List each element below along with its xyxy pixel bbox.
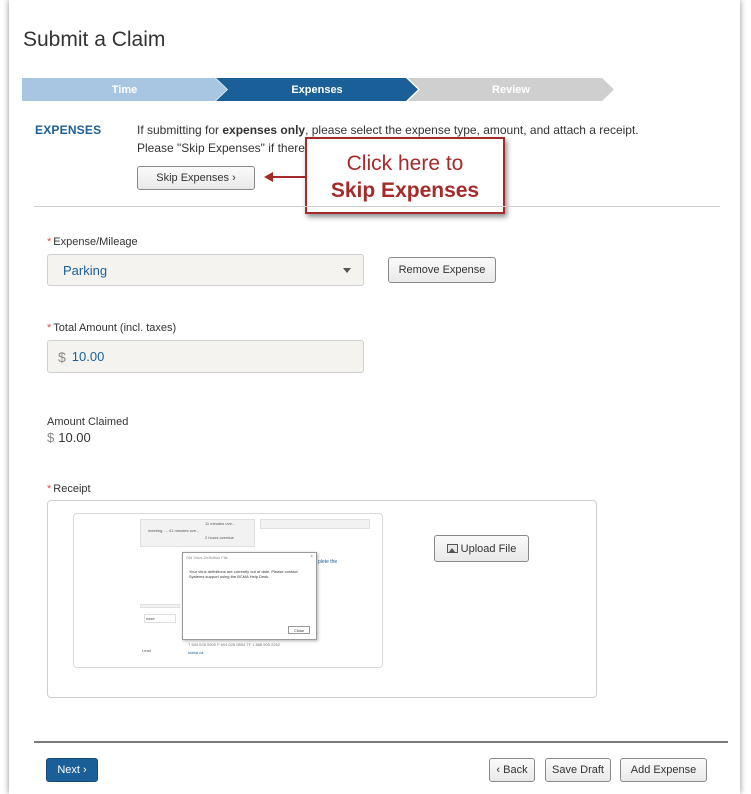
step-review: Review <box>408 78 614 101</box>
next-button[interactable]: Next › <box>46 758 98 782</box>
receipt-panel: 11 minutes ove... meeting, ... 41 minute… <box>47 500 597 698</box>
required-mark: * <box>47 322 52 334</box>
thumb-dialog: Old Virus Definition File × Your virus d… <box>182 552 317 640</box>
section-divider <box>34 206 720 207</box>
footer-divider <box>34 741 728 743</box>
callout-arrow-head <box>264 172 273 182</box>
upload-file-button[interactable]: Upload File <box>434 535 529 562</box>
amount-claimed-value: $10.00 <box>47 430 91 445</box>
claim-window: Submit a Claim Time Expenses Review EXPE… <box>9 0 740 794</box>
back-button[interactable]: ‹ Back <box>489 758 535 782</box>
expense-type-select[interactable]: Parking <box>47 254 364 286</box>
upload-file-label: Upload File <box>460 542 517 555</box>
total-amount-input[interactable]: $ 10.00 <box>47 340 364 373</box>
save-draft-button[interactable]: Save Draft <box>545 758 611 782</box>
add-expense-button[interactable]: Add Expense <box>620 758 707 782</box>
thumb-list-line: 11 minutes ove... <box>205 521 236 526</box>
thumb-list-line: 2 hours overdue <box>205 535 234 540</box>
instruction-prefix: If submitting for <box>137 123 223 137</box>
thumb-list-panel <box>140 519 255 547</box>
step-time[interactable]: Time <box>22 78 227 101</box>
close-icon: × <box>310 554 313 560</box>
thumb-phone-line: T 604 628 0900 F 604 628 0854 TF 1 888 9… <box>188 642 280 647</box>
callout-line-2: Skip Expenses <box>330 179 480 202</box>
total-amount-label-text: Total Amount (incl. taxes) <box>53 322 177 334</box>
thumb-small-link: sreba.ca <box>188 650 204 655</box>
thumb-link: plete the <box>318 559 338 565</box>
page-title: Submit a Claim <box>23 28 166 51</box>
amount-claimed-number: 10.00 <box>58 430 91 445</box>
thumb-field-text: ease <box>146 616 155 621</box>
expense-type-label-text: Expense/Mileage <box>53 236 138 248</box>
chevron-down-icon <box>343 268 351 273</box>
thumb-dialog-close-button: Close <box>288 626 310 634</box>
expense-type-value: Parking <box>63 262 108 278</box>
receipt-thumbnail[interactable]: 11 minutes ove... meeting, ... 41 minute… <box>73 513 383 668</box>
thumb-divider <box>140 604 180 608</box>
required-mark: * <box>47 483 52 495</box>
amount-claimed-label: Amount Claimed <box>47 416 129 428</box>
thumb-dialog-message: Your virus definitions are currently out… <box>189 569 298 579</box>
callout-line-1: Click here to <box>346 152 464 175</box>
step-expenses[interactable]: Expenses <box>216 78 418 101</box>
receipt-label: * Receipt <box>47 483 91 495</box>
callout-arrow <box>271 176 305 178</box>
thumb-dialog-title: Old Virus Definition File <box>186 555 228 560</box>
total-amount-label: * Total Amount (incl. taxes) <box>47 322 176 334</box>
expense-type-label: * Expense/Mileage <box>47 236 138 248</box>
thumb-header-bar <box>260 519 370 529</box>
instruction-line-2: Please "Skip Expenses" if there <box>137 141 305 155</box>
dollar-icon: $ <box>47 430 55 445</box>
skip-expenses-callout: Click here to Skip Expenses <box>305 137 505 214</box>
remove-expense-button[interactable]: Remove Expense <box>388 257 496 283</box>
thumb-side-text: Lead <box>142 648 151 653</box>
receipt-label-text: Receipt <box>53 483 91 495</box>
progress-stepper: Time Expenses Review <box>22 78 614 101</box>
total-amount-value: 10.00 <box>71 349 105 364</box>
instruction-line-1: If submitting for expenses only, please … <box>137 123 639 137</box>
skip-expenses-button[interactable]: Skip Expenses › <box>137 166 255 190</box>
dollar-icon: $ <box>58 348 66 365</box>
instruction-suffix: , please select the expense type, amount… <box>305 123 639 137</box>
image-icon <box>446 544 458 553</box>
section-label: EXPENSES <box>35 123 102 137</box>
instruction-emphasis: expenses only <box>222 123 306 137</box>
thumb-list-line: meeting, ... 41 minutes ove... <box>148 528 200 533</box>
required-mark: * <box>47 236 52 248</box>
